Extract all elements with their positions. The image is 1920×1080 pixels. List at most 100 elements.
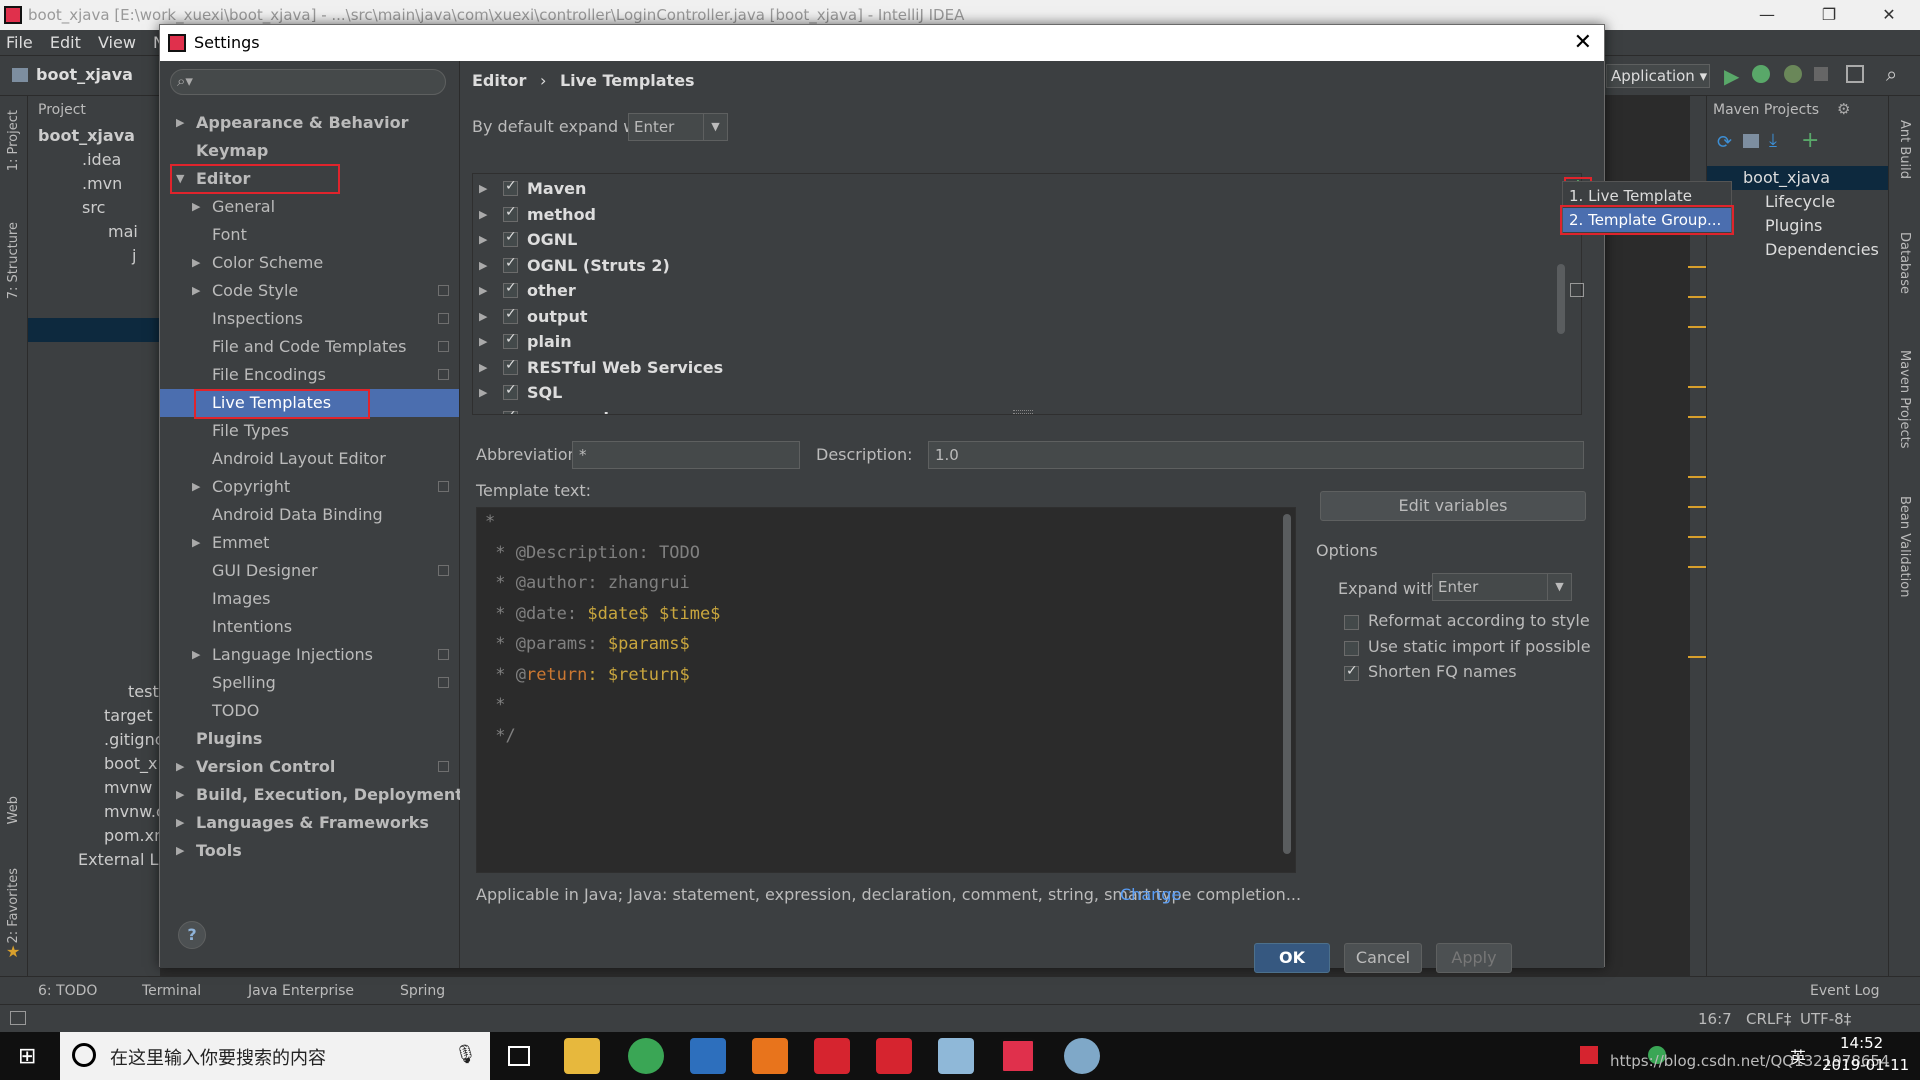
windows-start-icon[interactable]: ⊞ [18,1044,36,1069]
expand-closed-icon[interactable]: ▶ [192,641,200,669]
nav-item-appearance-behavior[interactable]: Appearance & Behavior [196,109,408,137]
task-view-icon[interactable] [508,1046,530,1066]
nav-item-spelling[interactable]: Spelling [212,669,276,697]
group-checkbox[interactable] [503,382,518,400]
nav-item-file-encodings[interactable]: File Encodings [212,361,326,389]
stop-icon[interactable] [1814,67,1828,81]
copy-template-icon[interactable] [1570,283,1584,297]
nav-item-file-types[interactable]: File Types [212,417,289,445]
project-tree-selected-row[interactable] [28,318,160,342]
nav-item-android-data-binding[interactable]: Android Data Binding [212,501,383,529]
menu-view[interactable]: View [98,33,136,52]
nav-item-todo[interactable]: TODO [212,697,259,725]
apply-button[interactable]: Apply [1436,943,1512,973]
clock-date[interactable]: 2019-01-11 [1822,1056,1909,1074]
taskbar-search-box[interactable]: 在这里输入你要搜索的内容 🎙 [60,1032,490,1080]
template-group-restful-web-services[interactable]: RESTful Web Services [527,355,723,380]
expand-closed-icon[interactable]: ▶ [479,259,487,272]
expand-closed-icon[interactable]: ▶ [176,109,184,137]
event-log-tab[interactable]: Event Log [1810,977,1880,1005]
maven-folder-icon[interactable] [1743,134,1759,148]
download-icon[interactable]: ⤓ [1769,130,1777,151]
app-red-icon[interactable] [814,1038,850,1074]
project-tree-row[interactable]: boot_x [104,752,157,776]
template-group-maven[interactable]: Maven [527,176,586,201]
group-checkbox[interactable] [503,306,518,324]
maven-root[interactable]: boot_xjava [1743,166,1830,190]
option-label[interactable]: Shorten FQ names [1368,662,1517,681]
nav-item-code-style[interactable]: Code Style [212,277,298,305]
terminal-tool-tab[interactable]: Terminal [142,977,201,1005]
project-tree-row[interactable]: target [104,704,153,728]
search-everywhere-icon[interactable]: ⌕ [1886,62,1897,86]
maven-dependencies[interactable]: Dependencies [1765,238,1879,262]
expand-closed-icon[interactable]: ▶ [479,208,487,221]
structure-tool-tab[interactable]: 7: Structure [6,222,21,299]
nav-item-language-injections[interactable]: Language Injections [212,641,373,669]
nav-item-general[interactable]: General [212,193,275,221]
project-tree-row[interactable]: .gitignc [104,728,160,752]
expand-closed-icon[interactable]: ▶ [479,284,487,297]
paint-icon[interactable] [1064,1038,1100,1074]
ok-button[interactable]: OK [1254,943,1330,973]
restore-icon[interactable]: ❐ [1806,0,1852,30]
project-tree-root[interactable]: boot_xjava [38,124,135,148]
project-structure-icon[interactable] [1846,65,1864,83]
nav-item-android-layout-editor[interactable]: Android Layout Editor [212,445,386,473]
project-tree-row[interactable]: test [128,680,159,704]
group-checkbox[interactable] [503,178,518,196]
minimize-icon[interactable]: — [1744,0,1790,30]
menu-file[interactable]: File [6,33,33,52]
expand-closed-icon[interactable]: ▶ [479,412,487,415]
gear-icon[interactable]: ⚙ [1837,100,1850,118]
project-tree-row[interactable]: src [82,196,105,220]
template-text-editor[interactable]: * * @Description: TODO * @author: zhangr… [476,507,1296,873]
group-checkbox[interactable] [503,255,518,273]
change-context-link[interactable]: Change [1120,885,1181,904]
group-checkbox[interactable] [503,204,518,222]
expand-closed-icon[interactable]: ▶ [192,277,200,305]
expand-closed-icon[interactable]: ▶ [479,361,487,374]
maven-plugins[interactable]: Plugins [1765,214,1822,238]
database-tab[interactable]: Database [1897,232,1912,294]
notepad-icon[interactable] [938,1038,974,1074]
nav-item-editor[interactable]: Editor [196,165,250,193]
nav-item-gui-designer[interactable]: GUI Designer [212,557,318,585]
project-tree-row[interactable]: pom.xn [104,824,160,848]
template-group-method[interactable]: method [527,202,596,227]
clock-time[interactable]: 14:52 [1840,1034,1883,1052]
expand-closed-icon[interactable]: ▶ [192,473,200,501]
option-checkbox[interactable] [1344,615,1359,630]
close-window-icon[interactable]: ✕ [1866,0,1912,30]
template-group-ognl-struts-2-[interactable]: OGNL (Struts 2) [527,253,670,278]
option-label[interactable]: Use static import if possible [1368,637,1591,656]
browser-icon[interactable] [628,1038,664,1074]
expand-closed-icon[interactable]: ▶ [176,781,184,809]
nav-item-intentions[interactable]: Intentions [212,613,292,641]
template-group-plain[interactable]: plain [527,329,572,354]
nav-item-color-scheme[interactable]: Color Scheme [212,249,323,277]
project-tree-row[interactable]: mvnw [104,776,152,800]
ant-build-tab[interactable]: Ant Build [1897,120,1912,179]
description-input[interactable]: 1.0 [928,441,1584,469]
youdao-icon[interactable] [876,1038,912,1074]
abbreviation-input[interactable]: * [572,441,800,469]
nav-item-copyright[interactable]: Copyright [212,473,290,501]
expand-closed-icon[interactable]: ▶ [192,193,200,221]
line-separator[interactable]: CRLF‡ [1746,1005,1791,1033]
expand-closed-icon[interactable]: ▶ [479,233,487,246]
favorites-tool-tab[interactable]: 2: Favorites [6,868,21,944]
template-group-other[interactable]: other [527,278,576,303]
option-checkbox[interactable] [1344,663,1359,681]
nav-item-emmet[interactable]: Emmet [212,529,269,557]
expand-closed-icon[interactable]: ▶ [192,249,200,277]
template-group-ognl[interactable]: OGNL [527,227,577,252]
group-checkbox[interactable] [503,408,518,414]
intellij-taskbar-icon[interactable] [1000,1038,1036,1074]
nav-item-file-and-code-templates[interactable]: File and Code Templates [212,333,406,361]
project-tree-row[interactable]: mvnw.c [104,800,160,824]
bean-validation-tab[interactable]: Bean Validation [1897,496,1912,597]
expand-open-icon[interactable]: ▼ [176,165,184,193]
add-icon[interactable]: + [1801,128,1819,153]
expand-closed-icon[interactable]: ▶ [479,335,487,348]
